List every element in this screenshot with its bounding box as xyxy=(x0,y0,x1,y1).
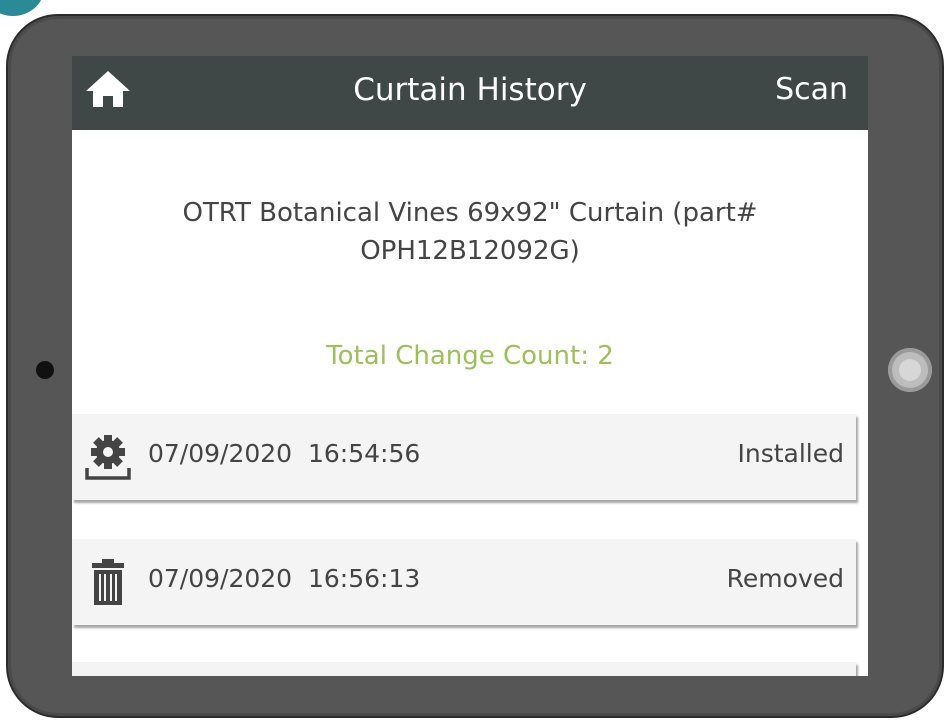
trash-icon xyxy=(92,559,124,605)
history-status: Removed xyxy=(726,564,844,593)
hardware-home-button[interactable] xyxy=(888,348,932,392)
history-datetime: 07/09/2020 16:54:56 xyxy=(148,439,421,468)
camera-dot xyxy=(36,361,54,379)
product-name: OTRT Botanical Vines 69x92" Curtain (par… xyxy=(182,198,758,266)
page-title: Curtain History xyxy=(353,72,587,108)
history-row[interactable]: 07/09/2020 16:54:56 Installed xyxy=(72,414,856,500)
scan-button[interactable]: Scan xyxy=(775,70,848,110)
app-header: Curtain History Scan xyxy=(72,56,868,130)
history-row[interactable]: 07/09/2020 16:56:13 Removed xyxy=(72,539,856,625)
app-screen: Curtain History Scan OTRT Botanical Vine… xyxy=(72,56,868,676)
history-status: Installed xyxy=(737,439,844,468)
history-datetime: 07/09/2020 16:56:13 xyxy=(148,564,421,593)
history-row-partial[interactable] xyxy=(72,662,856,676)
corner-badge xyxy=(0,0,44,16)
total-change-count: Total Change Count: 2 xyxy=(326,341,614,371)
install-gear-icon xyxy=(85,435,131,480)
